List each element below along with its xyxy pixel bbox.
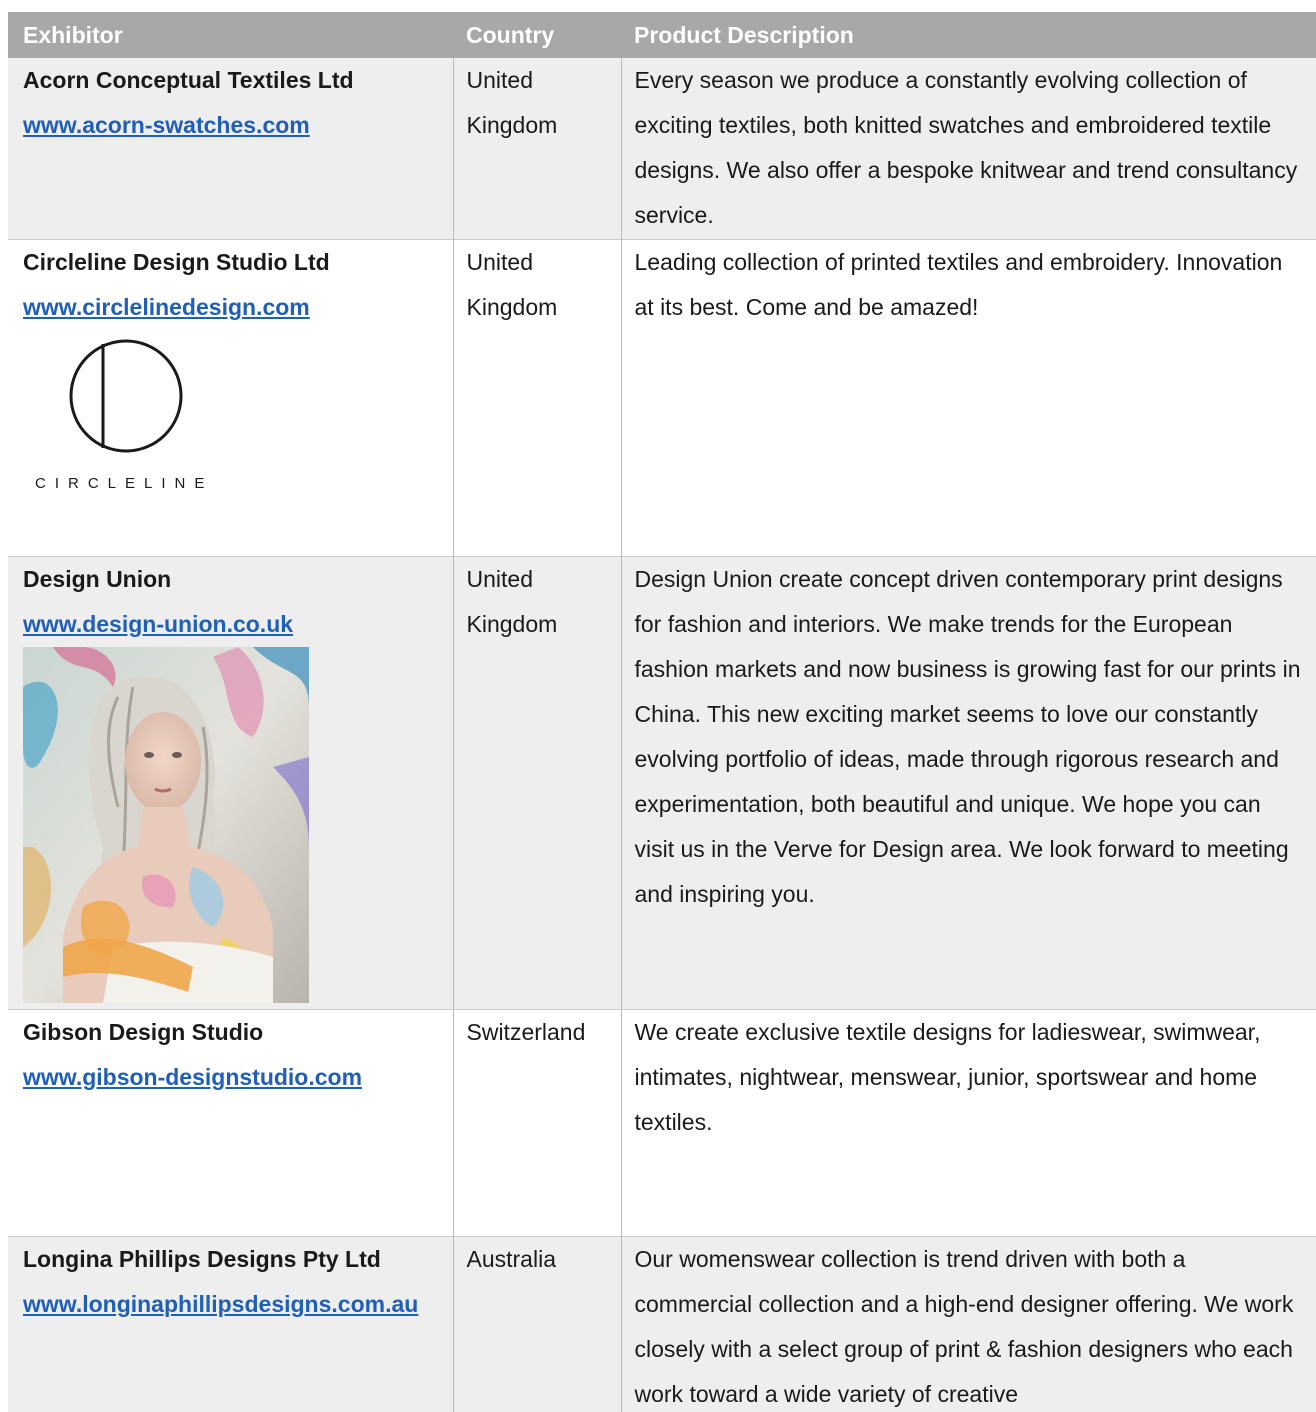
table-row: Circleline Design Studio Ltd www.circlel… <box>8 239 1316 557</box>
exhibitor-website-link[interactable]: www.circlelinedesign.com <box>23 294 310 320</box>
exhibitor-name: Design Union <box>23 566 172 592</box>
exhibitor-website-link[interactable]: www.longinaphillipsdesigns.com.au <box>23 1291 418 1317</box>
description-cell: Design Union create concept driven conte… <box>620 556 1316 1010</box>
design-union-photo <box>23 647 309 1003</box>
exhibitor-cell: Gibson Design Studio www.gibson-designst… <box>8 1009 453 1237</box>
table-row: Gibson Design Studio www.gibson-designst… <box>8 1009 1316 1237</box>
country-cell: United Kingdom <box>452 239 621 557</box>
table-header-row: Exhibitor Country Product Description <box>8 12 1316 58</box>
description-cell: Leading collection of printed textiles a… <box>620 239 1316 557</box>
country-cell: Switzerland <box>452 1009 621 1237</box>
description-cell: We create exclusive textile designs for … <box>620 1009 1316 1237</box>
description-cell: Every season we produce a constantly evo… <box>620 58 1316 240</box>
header-exhibitor: Exhibitor <box>8 12 453 58</box>
country-cell: United Kingdom <box>452 556 621 1010</box>
exhibitor-website-link[interactable]: www.acorn-swatches.com <box>23 112 310 138</box>
table-row: Longina Phillips Designs Pty Ltd www.lon… <box>8 1236 1316 1412</box>
exhibitor-website-link[interactable]: www.design-union.co.uk <box>23 611 293 637</box>
exhibitor-name: Acorn Conceptual Textiles Ltd <box>23 67 354 93</box>
exhibitor-cell: Circleline Design Studio Ltd www.circlel… <box>8 239 453 557</box>
exhibitor-cell: Acorn Conceptual Textiles Ltd www.acorn-… <box>8 58 453 240</box>
description-cell: Our womenswear collection is trend drive… <box>620 1236 1316 1412</box>
table-row: Design Union www.design-union.co.uk Unit… <box>8 556 1316 1010</box>
exhibitor-website-link[interactable]: www.gibson-designstudio.com <box>23 1064 362 1090</box>
exhibitor-name: Circleline Design Studio Ltd <box>23 249 330 275</box>
exhibitor-cell: Design Union www.design-union.co.uk <box>8 556 453 1010</box>
country-cell: Australia <box>452 1236 621 1412</box>
country-cell: United Kingdom <box>452 58 621 240</box>
exhibitor-table: Exhibitor Country Product Description Ac… <box>8 12 1316 1412</box>
header-product-description: Product Description <box>621 12 1316 58</box>
exhibitor-name: Longina Phillips Designs Pty Ltd <box>23 1246 381 1272</box>
exhibitor-cell: Longina Phillips Designs Pty Ltd www.lon… <box>8 1236 453 1412</box>
header-country: Country <box>453 12 621 58</box>
circleline-logo-text: CIRCLELINE <box>35 475 213 492</box>
exhibitor-name: Gibson Design Studio <box>23 1019 264 1045</box>
exhibitor-document: Exhibitor Country Product Description Ac… <box>0 0 1316 1412</box>
circleline-logo: CIRCLELINE <box>35 339 213 492</box>
table-row: Acorn Conceptual Textiles Ltd www.acorn-… <box>8 58 1316 240</box>
